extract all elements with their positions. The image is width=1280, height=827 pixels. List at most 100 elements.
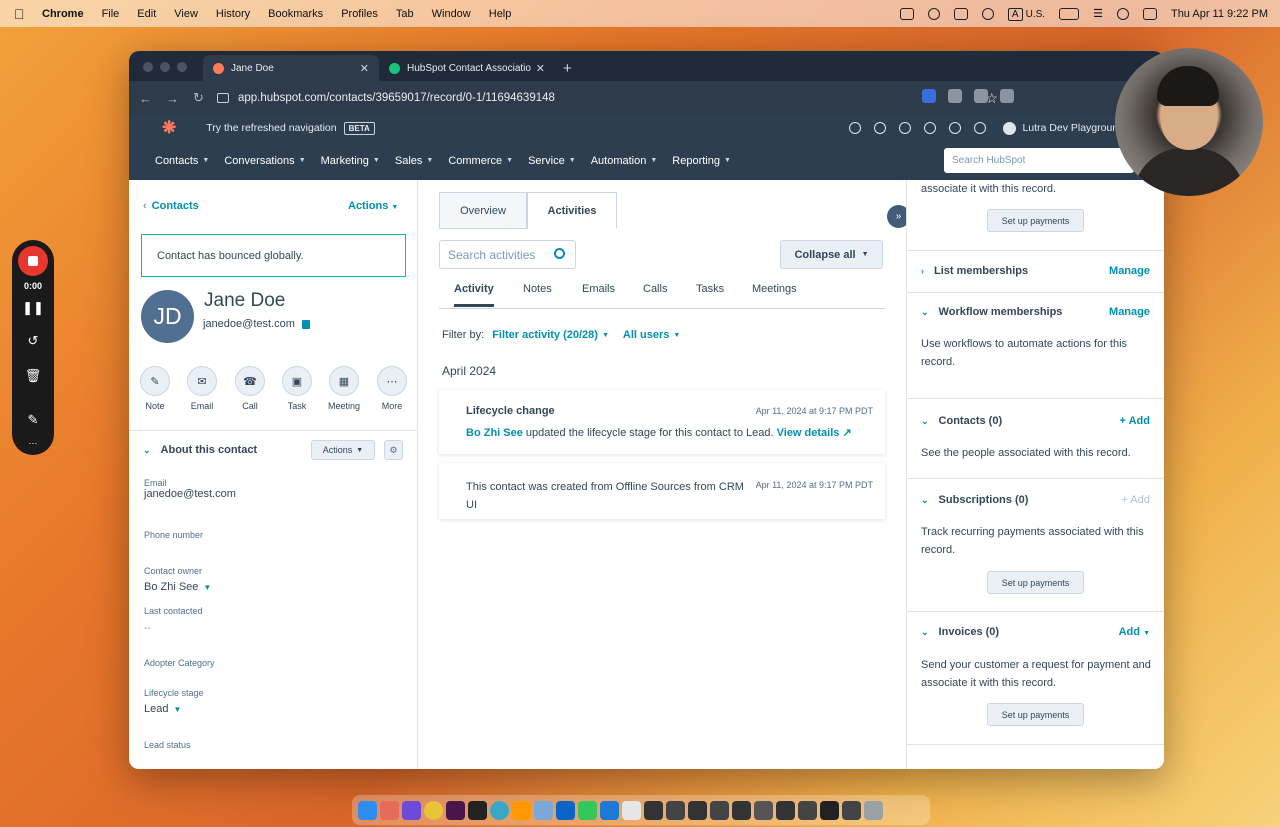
copy-icon[interactable] [301,319,310,329]
subtab-notes[interactable]: Notes [523,283,552,295]
record-actions-button[interactable]: Actions ▼ [348,200,398,212]
contact-name[interactable]: Jane Doe [204,290,285,312]
subtab-meetings[interactable]: Meetings [752,283,797,295]
contacts-section-toggle[interactable]: ⌄ Contacts (0) [921,415,1002,427]
note-button[interactable]: ✎ Note [130,366,180,411]
site-info-icon[interactable] [217,93,229,103]
window-thumbnail-icon[interactable] [754,800,773,820]
hubspot-logo-icon[interactable]: ❋ [162,118,176,138]
activity-card[interactable]: Lifecycle change Apr 11, 2024 at 9:17 PM… [439,390,885,454]
set-up-payments-button[interactable]: Set up payments [987,703,1084,726]
task-button[interactable]: ▣ Task [272,366,322,411]
extensions-puzzle-icon[interactable] [974,89,988,103]
terminal-icon[interactable] [468,800,487,820]
new-tab-button[interactable]: + [563,55,572,81]
stop-recording-button[interactable] [18,246,48,276]
calling-icon[interactable] [874,122,887,134]
battery-icon[interactable] [1059,7,1080,20]
slack-icon[interactable] [446,800,465,820]
sublime-icon[interactable] [512,800,531,820]
more-icon[interactable]: ⋯ [12,438,54,449]
reload-icon[interactable]: ↻ [193,90,204,106]
window-thumbnail-icon[interactable] [710,800,729,820]
window-thumbnail-icon[interactable] [776,800,795,820]
search-icon[interactable] [1116,7,1129,20]
call-button[interactable]: ☎ Call [225,366,275,411]
nav-marketing[interactable]: Marketing ▼ [321,155,380,167]
subscriptions-section-toggle[interactable]: ⌄ Subscriptions (0) [921,494,1028,506]
menu-bookmarks[interactable]: Bookmarks [268,8,323,20]
breadcrumb[interactable]: ‹ Contacts [143,200,199,212]
trash-icon[interactable] [864,800,883,820]
more-button[interactable]: ⋯ More [367,366,417,411]
menu-window[interactable]: Window [432,8,471,20]
browser-tab-jane-doe[interactable]: Jane Doe ✕ [203,55,379,81]
upgrade-icon[interactable] [849,122,862,134]
outlook-icon[interactable] [556,800,575,820]
add-subscription-button[interactable]: + Add [1122,494,1150,506]
chrome-icon[interactable] [424,800,443,820]
meeting-button[interactable]: ▦ Meeting [319,366,369,411]
finder-icon[interactable] [358,800,377,820]
account-menu[interactable]: Lutra Dev Playground [1003,121,1124,135]
brightness-icon[interactable] [927,7,940,20]
settings-gear-button[interactable]: ⚙ [384,440,403,460]
avatar[interactable]: JD [141,290,194,343]
nav-sales[interactable]: Sales ▼ [395,155,433,167]
view-details-link[interactable]: View details ↗ [777,427,852,439]
control-center-icon[interactable] [953,7,968,20]
subtab-calls[interactable]: Calls [643,283,667,295]
window-thumbnail-icon[interactable] [798,800,817,820]
input-source[interactable]: A U.S. [1007,7,1045,21]
window-thumbnail-icon[interactable] [644,800,663,820]
window-thumbnail-icon[interactable] [732,800,751,820]
filter-activity-dropdown[interactable]: Filter activity (20/28) ▼ [492,329,609,341]
hubspot-search-input[interactable]: Search HubSpot [944,148,1134,173]
add-contact-button[interactable]: + Add [1120,415,1150,427]
email-button[interactable]: ✉ Email [177,366,227,411]
webcam-bubble[interactable] [1115,48,1263,196]
window-thumbnail-icon[interactable] [688,800,707,820]
menu-edit[interactable]: Edit [137,8,156,20]
list-memberships-manage[interactable]: Manage [1109,265,1150,277]
marketplace-icon[interactable] [899,122,912,134]
forward-icon[interactable]: → [166,91,179,106]
menu-history[interactable]: History [216,8,250,20]
workflow-memberships-toggle[interactable]: ⌄ Workflow memberships [921,306,1062,318]
email-value[interactable]: janedoe@test.com [144,488,236,500]
back-icon[interactable]: ← [139,91,152,106]
close-tab-icon[interactable]: ✕ [536,62,545,75]
vscode-icon[interactable] [600,800,619,820]
nav-reporting[interactable]: Reporting ▼ [672,155,731,167]
menu-profiles[interactable]: Profiles [341,8,378,20]
close-tab-icon[interactable]: ✕ [360,62,369,75]
app-icon[interactable] [490,800,509,820]
menu-help[interactable]: Help [489,8,512,20]
nav-conversations[interactable]: Conversations ▼ [224,155,305,167]
nav-automation[interactable]: Automation ▼ [591,155,658,167]
preview-icon[interactable] [534,800,553,820]
nav-contacts[interactable]: Contacts ▼ [155,155,209,167]
set-up-payments-button[interactable]: Set up payments [987,571,1084,594]
window-thumbnail-icon[interactable] [820,800,839,820]
window-thumbnail-icon[interactable] [666,800,685,820]
restart-icon[interactable]: ↺ [12,333,54,349]
notifications-icon[interactable] [974,122,987,134]
invoices-section-toggle[interactable]: ⌄ Invoices (0) [921,626,999,638]
set-up-payments-button[interactable]: Set up payments [987,209,1084,232]
pause-icon[interactable]: ❚❚ [12,300,54,316]
side-panel-icon[interactable] [1000,89,1014,103]
moon-icon[interactable] [981,7,994,20]
screen-icon[interactable] [899,7,914,20]
add-invoice-button[interactable]: Add ▼ [1119,626,1150,638]
menu-view[interactable]: View [174,8,198,20]
extension-icon[interactable] [948,89,962,103]
extension-icon[interactable] [922,89,936,103]
messages-icon[interactable] [578,800,597,820]
collapse-all-button[interactable]: Collapse all ▼ [780,240,883,269]
gear-icon[interactable] [949,122,962,134]
list-memberships-toggle[interactable]: › List memberships [921,265,1028,277]
window-thumbnail-icon[interactable] [842,800,861,820]
lifecycle-stage-select[interactable]: Lead ▼ [144,703,181,715]
menu-file[interactable]: File [102,8,120,20]
